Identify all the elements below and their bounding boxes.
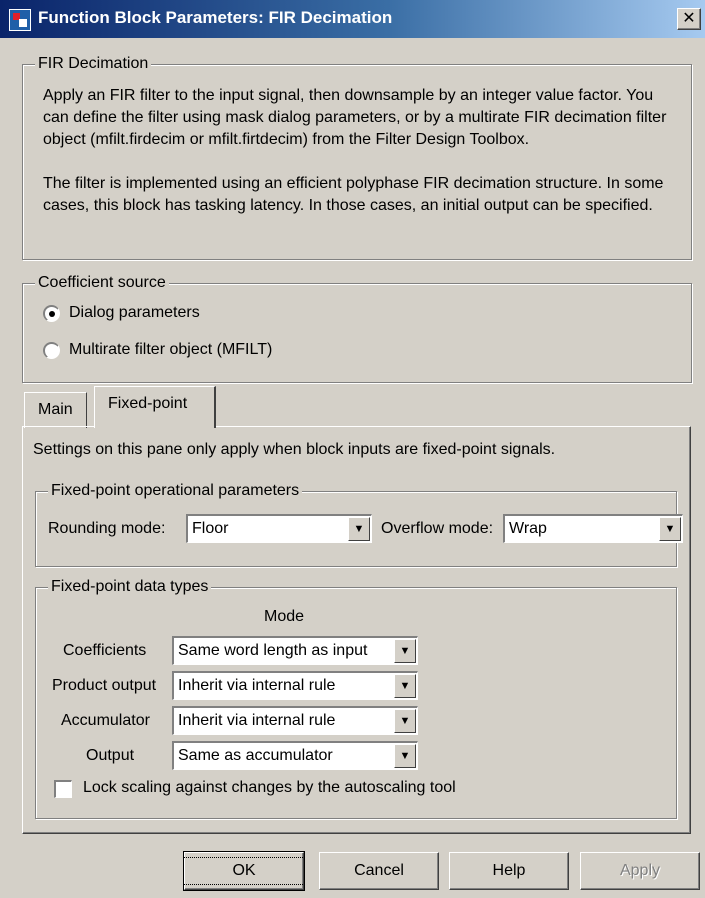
accumulator-mode-select[interactable]: Inherit via internal rule ▼ — [172, 706, 418, 735]
ok-button-label: OK — [183, 857, 305, 885]
output-mode-value: Same as accumulator — [178, 747, 333, 764]
product-output-mode-value: Inherit via internal rule — [178, 677, 336, 694]
product-output-label: Product output — [52, 677, 157, 694]
mode-column-header: Mode — [264, 608, 305, 625]
lock-scaling-label[interactable]: Lock scaling against changes by the auto… — [83, 779, 456, 797]
simulink-block-icon — [9, 9, 31, 31]
coefficients-mode-value: Same word length as input — [178, 642, 368, 659]
radio-button-unselected[interactable] — [43, 341, 60, 359]
output-mode-select[interactable]: Same as accumulator ▼ — [172, 741, 418, 770]
lock-scaling-checkbox[interactable] — [54, 780, 72, 798]
description-paragraph-2: The filter is implemented using an effic… — [43, 175, 664, 214]
description-group: FIR Decimation Apply an FIR filter to th… — [22, 55, 692, 260]
coefficients-label: Coefficients — [63, 642, 147, 659]
fixed-point-tab-pane: Settings on this pane only apply when bl… — [22, 426, 691, 834]
radio-dialog-parameters[interactable]: Dialog parameters — [43, 304, 200, 322]
overflow-mode-label: Overflow mode: — [381, 520, 494, 537]
tab-main[interactable]: Main — [24, 392, 87, 428]
radio-label-dialog-parameters: Dialog parameters — [69, 304, 200, 321]
operational-parameters-group: Fixed-point operational parameters Round… — [35, 482, 683, 567]
coefficient-source-legend: Coefficient source — [35, 274, 169, 292]
chevron-down-icon[interactable]: ▼ — [394, 744, 416, 768]
help-button-label: Help — [492, 862, 526, 879]
data-types-group: Fixed-point data types Mode Coefficients… — [35, 578, 677, 819]
chevron-down-icon[interactable]: ▼ — [394, 639, 416, 663]
ok-button[interactable]: OK — [183, 851, 305, 891]
rounding-mode-select[interactable]: Floor ▼ — [186, 514, 372, 543]
output-label: Output — [86, 747, 135, 764]
radio-label-multirate-filter-object: Multirate filter object (MFILT) — [69, 341, 273, 358]
chevron-down-icon[interactable]: ▼ — [394, 709, 416, 733]
cancel-button[interactable]: Cancel — [319, 852, 439, 890]
overflow-mode-select[interactable]: Wrap ▼ — [503, 514, 683, 543]
description-paragraph-1: Apply an FIR filter to the input signal,… — [43, 87, 667, 148]
title-bar[interactable]: Function Block Parameters: FIR Decimatio… — [0, 0, 705, 38]
chevron-down-icon[interactable]: ▼ — [394, 674, 416, 698]
tab-fixed-point[interactable]: Fixed-point — [94, 386, 216, 428]
apply-button[interactable]: Apply — [580, 852, 700, 890]
coefficients-mode-select[interactable]: Same word length as input ▼ — [172, 636, 418, 665]
radio-multirate-filter-object[interactable]: Multirate filter object (MFILT) — [43, 341, 272, 359]
data-types-legend: Fixed-point data types — [48, 578, 212, 596]
radio-button-selected[interactable] — [43, 304, 60, 322]
rounding-mode-value: Floor — [192, 520, 229, 537]
window-title: Function Block Parameters: FIR Decimatio… — [38, 8, 393, 27]
description-legend: FIR Decimation — [35, 55, 152, 73]
fixed-point-note: Settings on this pane only apply when bl… — [33, 441, 556, 458]
help-button[interactable]: Help — [449, 852, 569, 890]
product-output-mode-select[interactable]: Inherit via internal rule ▼ — [172, 671, 418, 700]
operational-parameters-legend: Fixed-point operational parameters — [48, 482, 303, 500]
chevron-down-icon[interactable]: ▼ — [348, 517, 370, 541]
accumulator-label: Accumulator — [61, 712, 150, 729]
overflow-mode-value: Wrap — [509, 520, 547, 537]
accumulator-mode-value: Inherit via internal rule — [178, 712, 336, 729]
rounding-mode-label: Rounding mode: — [48, 520, 166, 537]
apply-button-label: Apply — [619, 862, 661, 879]
cancel-button-label: Cancel — [354, 862, 404, 879]
close-button[interactable]: ✕ — [677, 8, 701, 30]
coefficient-source-group: Coefficient source Dialog parameters Mul… — [22, 274, 692, 383]
chevron-down-icon[interactable]: ▼ — [659, 517, 681, 541]
